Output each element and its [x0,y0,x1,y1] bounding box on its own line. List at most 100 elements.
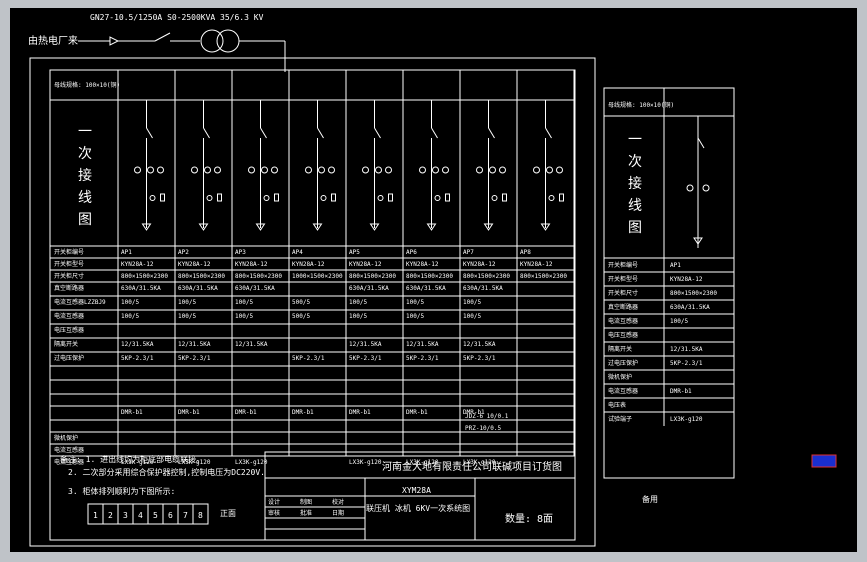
ct-icon [134,166,141,174]
side-vertical-title-char: 接 [628,175,642,192]
side-row-value: DMR-b1 [670,388,692,395]
order-cell-number: 3 [123,511,128,520]
ct-icon [419,166,426,174]
side-row-value: 5KP-2.3/1 [670,360,703,367]
fuse-icon [502,193,507,202]
disconnect-switch-icon [154,32,171,42]
cabinet-cell: KYN28A-12 [406,261,439,268]
cabinet-cell: 630A/31.5KA [121,285,161,292]
wiring-diagram: GN27-10.5/1250A S0-2500KVA 35/6.3 KV 由热电… [28,13,837,547]
cabinet-cell: 100/5 [463,299,481,306]
row-label: 电流互感器 [54,446,84,454]
company-title: 河南金大地有限责任公司联碱项目订货图 [382,460,562,473]
layer-marker-icon [811,454,837,468]
ct-icon [556,166,563,174]
side-cabinet-column [686,116,710,248]
cabinet-cell: 500/5 [292,299,310,306]
front-label: 正面 [220,509,236,518]
ct-icon [214,166,221,174]
busbar-spec: 母线规格: 100×10(铜) [54,81,120,89]
title-block-grid: 设计 制图 校对审核 批准 日期 [265,495,365,530]
transformer-spec: GN27-10.5/1250A S0-2500KVA 35/6.3 KV [90,13,264,22]
cabinet-cell: 100/5 [406,299,424,306]
cabinet-cell: 100/5 [178,313,196,320]
cabinet-columns: AP1 KYN28A-12 800×1500×2300 630A/31.5KA 100/… [50,70,575,466]
arrow-icon [109,36,120,46]
arrester-icon [377,195,384,201]
ct-icon [385,166,392,174]
row-label: 真空断路器 [54,284,84,292]
cabinet-cell: 12/31.5KA [463,341,496,348]
arrester-icon [206,195,213,201]
breaker-icon [260,127,267,139]
side-ct-icon [686,184,694,192]
row-label: 电流互感器LZZBJ9 [54,298,106,306]
cabinet-cell: 800×1500×2300 [178,273,225,280]
ct-icon [375,166,382,174]
side-row-label: 电流互感器 [608,387,638,395]
cabinet-cell: 5KP-2.3/1 [406,355,439,362]
cabinet-cell: 100/5 [235,299,253,306]
side-row-value: 100/5 [670,318,688,325]
arrester-icon [548,195,555,201]
order-cell-number: 5 [153,511,158,520]
cabinet-cell: 5KP-2.3/1 [463,355,496,362]
row-label: 过电压保护 [54,354,84,362]
side-row-value: 12/31.5KA [670,346,703,353]
cabinet-cell: AP5 [349,249,360,256]
breaker-icon [488,127,495,139]
order-cell-number: 6 [168,511,173,520]
cabinet-cell: 100/5 [349,313,367,320]
fuse-icon [388,193,393,202]
ct-icon [442,166,449,174]
cabinet-cell: 100/5 [121,313,139,320]
cabinet-cell: 5KP-2.3/1 [121,355,154,362]
fuse-icon [160,193,165,202]
cabinet-cell: LX3K-g120 [235,459,268,466]
cabinet-cell: 630A/31.5KA [235,285,275,292]
cabinet-cell: 12/31.5KA [121,341,154,348]
side-row-label: 电压表 [608,401,626,409]
cabinet-cell: 12/31.5KA [349,341,382,348]
cabinet-cell: DMR-b1 [235,409,257,416]
pt-note-2: PRZ-10/0.5 [465,425,502,432]
side-vertical-title-char: 一 [628,132,642,148]
drawing-number: XYM28A [402,486,431,495]
fuse-icon [445,193,450,202]
ct-icon [305,166,312,174]
ct-icon [328,166,335,174]
arrester-icon [434,195,441,201]
ct-icon [432,166,439,174]
side-row-label: 微机保护 [608,373,632,381]
cabinet-cell: 630A/31.5KA [349,285,389,292]
tb-label: 批准 [300,509,312,517]
cad-drawing-canvas: GN27-10.5/1250A S0-2500KVA 35/6.3 KV 由热电… [10,8,857,552]
fuse-icon [274,193,279,202]
arrester-icon [149,195,156,201]
row-label: 微机保护 [54,434,78,442]
row-label: 开关柜编号 [54,248,84,256]
cabinet-cell: KYN28A-12 [121,261,154,268]
cabinet-cell: 800×1500×2300 [349,273,396,280]
cabinet-cell: AP7 [463,249,474,256]
side-row-label: 开关柜尺寸 [608,289,638,297]
side-rows: 开关柜编号 AP1 开关柜型号 KYN28A-12 开关柜尺寸 800×1500×2300… [604,257,734,426]
ct-icon [362,166,369,174]
cabinet-cell: KYN28A-12 [292,261,325,268]
cabinet-cell: AP6 [406,249,417,256]
breaker-icon [203,127,210,139]
note-1: 备注: 1. 进出线均为柜底部电缆联接。 [60,454,204,464]
cabinet-cell: 100/5 [406,313,424,320]
tb-label: 审核 [268,509,280,517]
fuse-icon [217,193,222,202]
side-row-value: AP1 [670,262,681,269]
cabinet-cell: LX3K-g120 [349,459,382,466]
cabinet-cell: 800×1500×2300 [406,273,453,280]
ct-icon [191,166,198,174]
cabinet-cell: 5KP-2.3/1 [292,355,325,362]
side-vertical-title-char: 次 [628,154,642,170]
side-row-value: KYN28A-12 [670,276,703,283]
cabinet-cell: 5KP-2.3/1 [349,355,382,362]
cabinet-cell: 100/5 [235,313,253,320]
tb-label: 校对 [332,498,344,506]
